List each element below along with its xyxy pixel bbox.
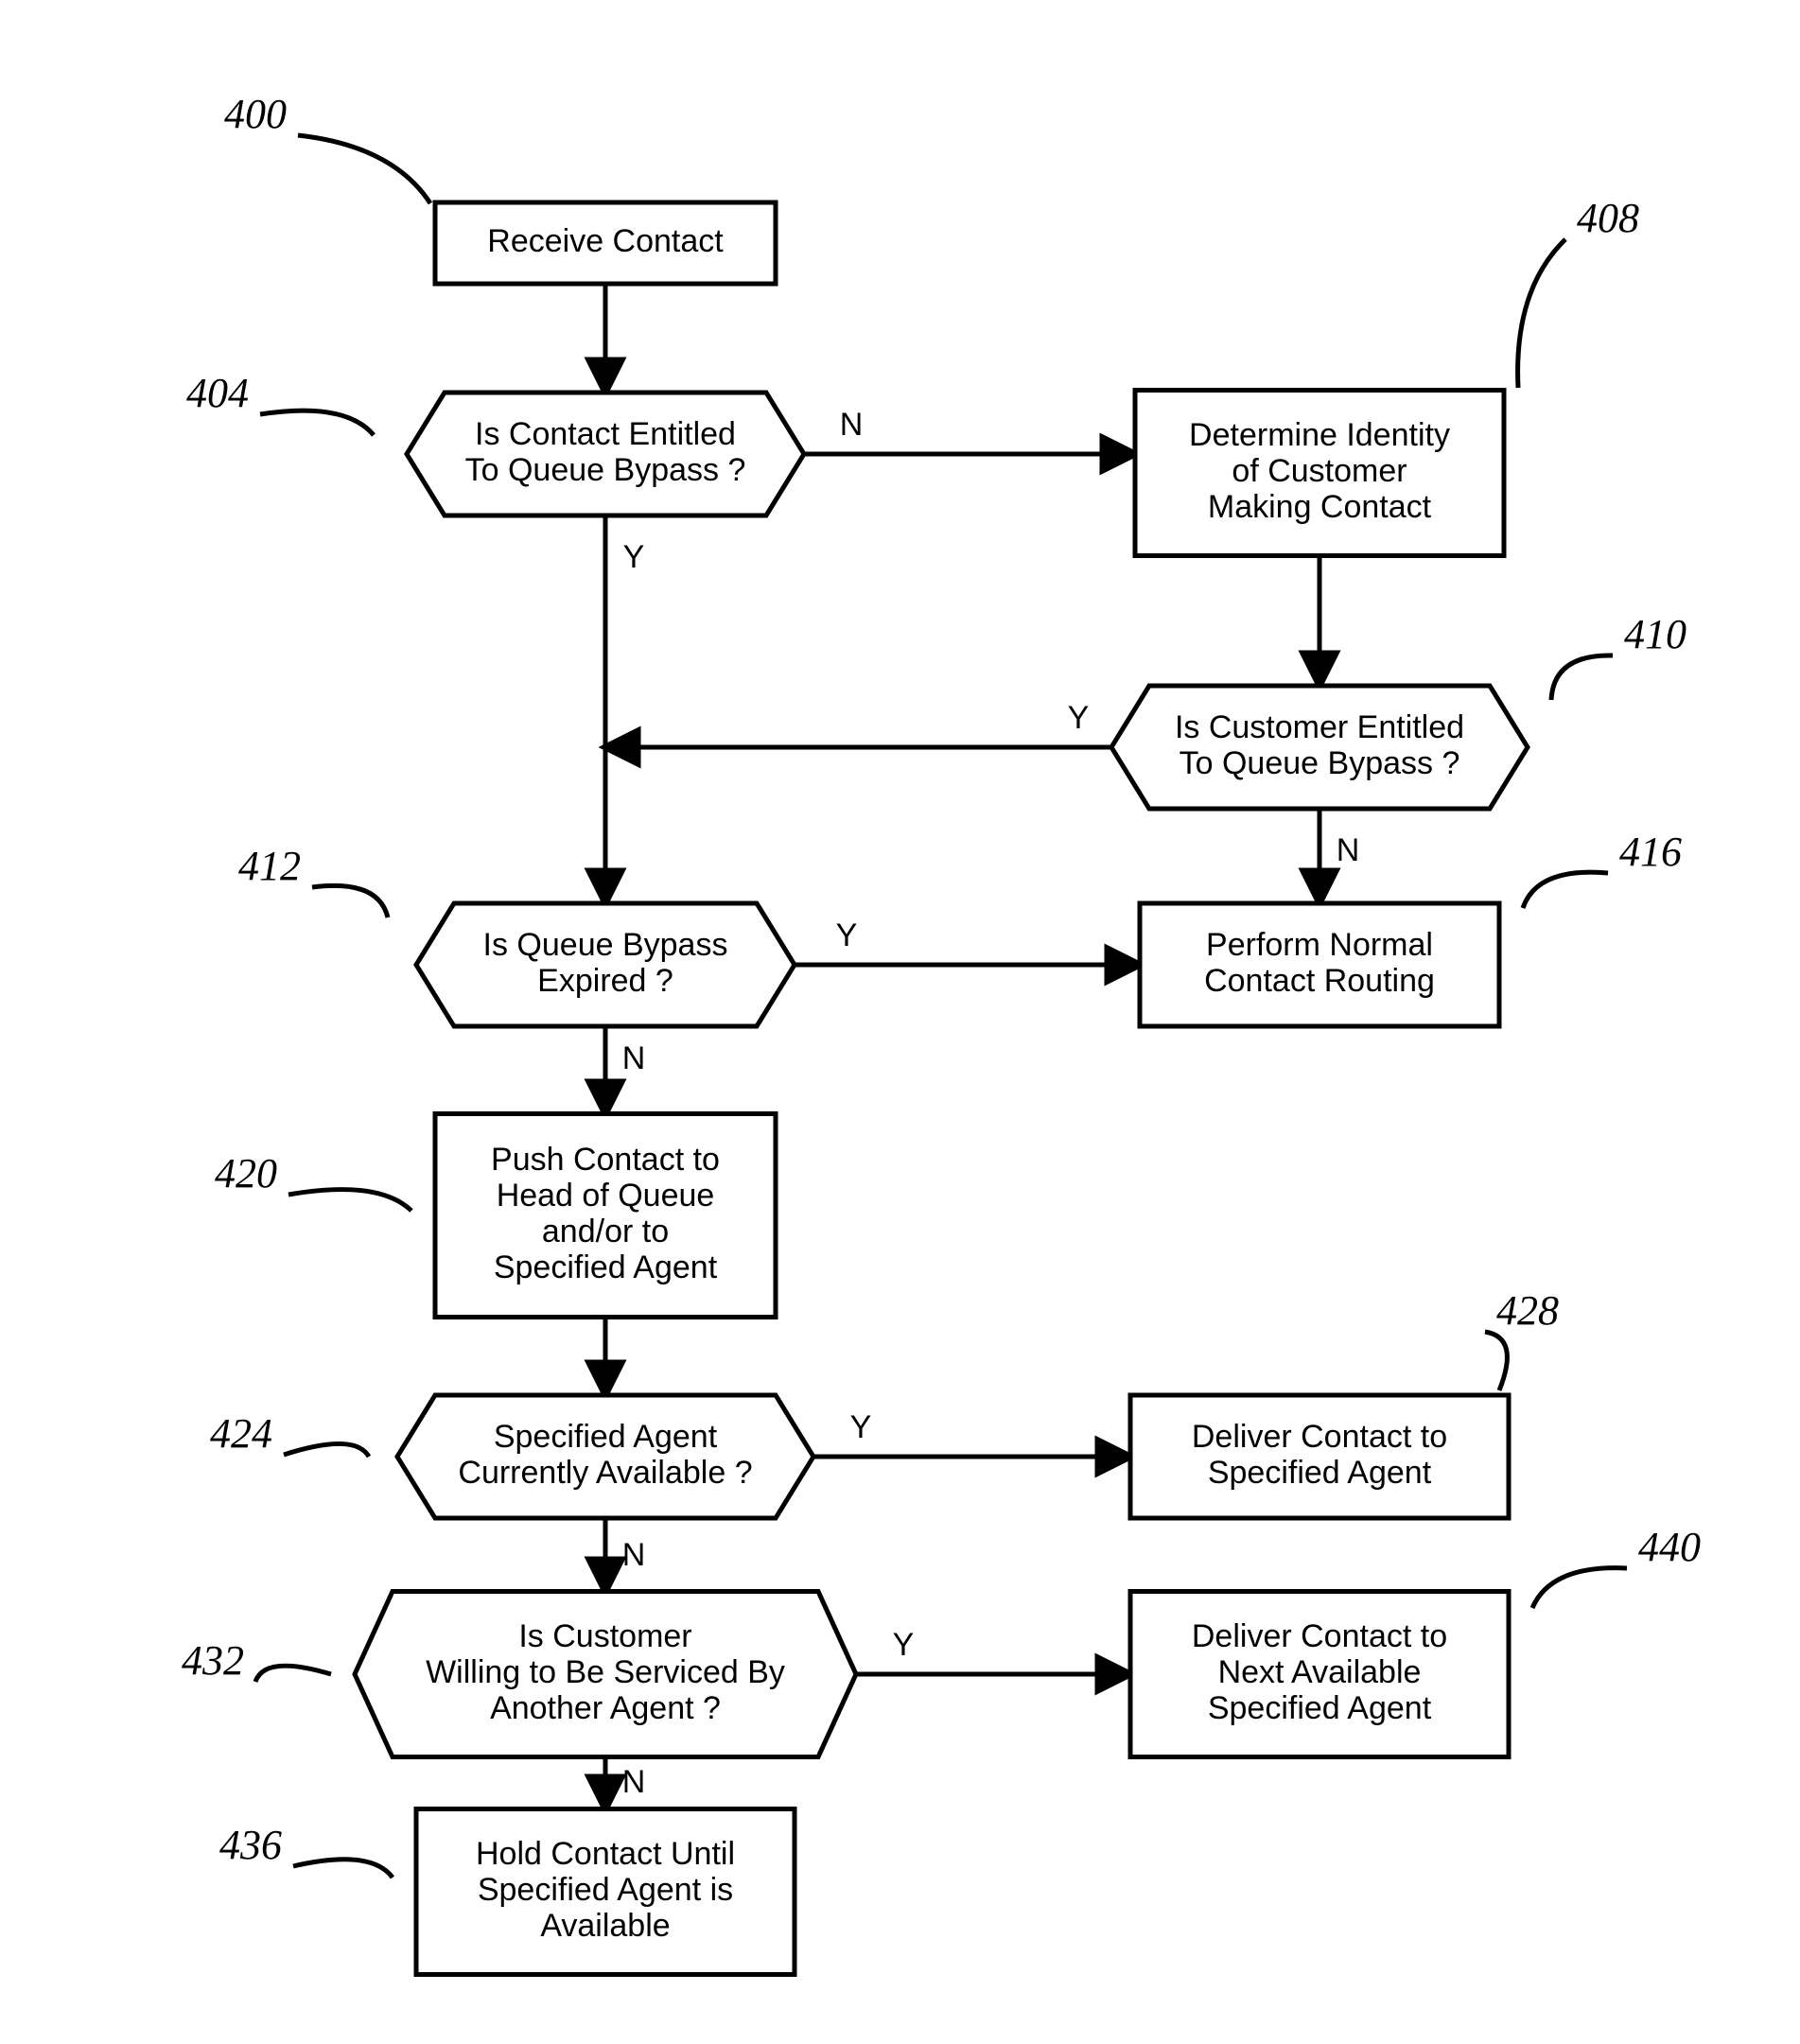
- node-text-412: Is Queue Bypass: [483, 927, 728, 963]
- node-text-432: Willing to Be Serviced By: [426, 1654, 785, 1690]
- leader-416: [1523, 872, 1608, 908]
- edge-label: Y: [893, 1627, 915, 1663]
- leader-412: [312, 885, 388, 917]
- edge-label: N: [1337, 832, 1360, 868]
- ref-label-400: 400: [224, 91, 287, 137]
- node-text-420: and/or to: [542, 1214, 669, 1249]
- ref-label-408: 408: [1577, 195, 1639, 241]
- node-text-432: Another Agent ?: [490, 1690, 721, 1726]
- edge-label: Y: [1068, 700, 1090, 736]
- node-text-440: Next Available: [1218, 1654, 1422, 1690]
- leader-436: [293, 1860, 393, 1878]
- node-text-410: To Queue Bypass ?: [1180, 745, 1460, 781]
- node-text-436: Specified Agent is: [478, 1872, 733, 1908]
- node-text-424: Specified Agent: [494, 1419, 718, 1455]
- ref-label-410: 410: [1624, 611, 1686, 657]
- node-text-410: Is Customer Entitled: [1175, 709, 1464, 745]
- edge-label: N: [622, 1040, 646, 1076]
- leader-428: [1485, 1332, 1507, 1390]
- node-text-428: Deliver Contact to: [1192, 1419, 1447, 1455]
- edge-label: Y: [836, 917, 858, 953]
- node-text-440: Specified Agent: [1208, 1690, 1432, 1726]
- node-text-416: Perform Normal: [1206, 927, 1433, 963]
- node-text-428: Specified Agent: [1208, 1455, 1432, 1491]
- leader-420: [288, 1190, 411, 1211]
- leader-410: [1551, 655, 1613, 700]
- node-text-400: Receive Contact: [487, 223, 724, 259]
- node-text-408: Making Contact: [1208, 489, 1432, 525]
- ref-label-432: 432: [182, 1637, 244, 1684]
- ref-label-424: 424: [210, 1410, 272, 1457]
- ref-label-440: 440: [1638, 1524, 1701, 1570]
- node-text-420: Push Contact to: [491, 1142, 720, 1178]
- edge-label: N: [622, 1537, 646, 1573]
- node-text-416: Contact Routing: [1204, 963, 1435, 999]
- ref-label-436: 436: [219, 1822, 282, 1868]
- edge-label: N: [622, 1764, 646, 1800]
- node-text-424: Currently Available ?: [458, 1455, 752, 1491]
- leader-408: [1518, 239, 1565, 388]
- node-text-432: Is Customer: [518, 1618, 691, 1654]
- node-text-420: Specified Agent: [494, 1249, 718, 1285]
- node-text-408: Determine Identity: [1189, 417, 1450, 453]
- node-text-408: of Customer: [1232, 453, 1407, 489]
- node-text-436: Available: [540, 1908, 670, 1944]
- node-text-412: Expired ?: [537, 963, 673, 999]
- edge-label: Y: [850, 1409, 872, 1445]
- node-text-404: Is Contact Entitled: [475, 416, 736, 452]
- node-text-420: Head of Queue: [497, 1178, 715, 1214]
- leader-432: [255, 1666, 331, 1682]
- node-text-404: To Queue Bypass ?: [465, 452, 746, 488]
- ref-label-420: 420: [215, 1150, 277, 1197]
- leader-400: [298, 135, 430, 203]
- leader-404: [260, 411, 374, 435]
- ref-label-404: 404: [186, 370, 249, 416]
- leader-440: [1532, 1568, 1627, 1608]
- flowchart-canvas: N Y Y N Y N Y N Y N Receive Contact Is Contact Enti…: [0, 0, 1800, 2044]
- ref-label-428: 428: [1496, 1287, 1559, 1334]
- ref-label-412: 412: [238, 843, 301, 889]
- node-text-436: Hold Contact Until: [476, 1836, 735, 1872]
- node-text-440: Deliver Contact to: [1192, 1618, 1447, 1654]
- leader-424: [284, 1443, 369, 1457]
- edge-label: N: [840, 407, 864, 443]
- ref-label-416: 416: [1619, 829, 1682, 875]
- edge-label: Y: [623, 539, 645, 575]
